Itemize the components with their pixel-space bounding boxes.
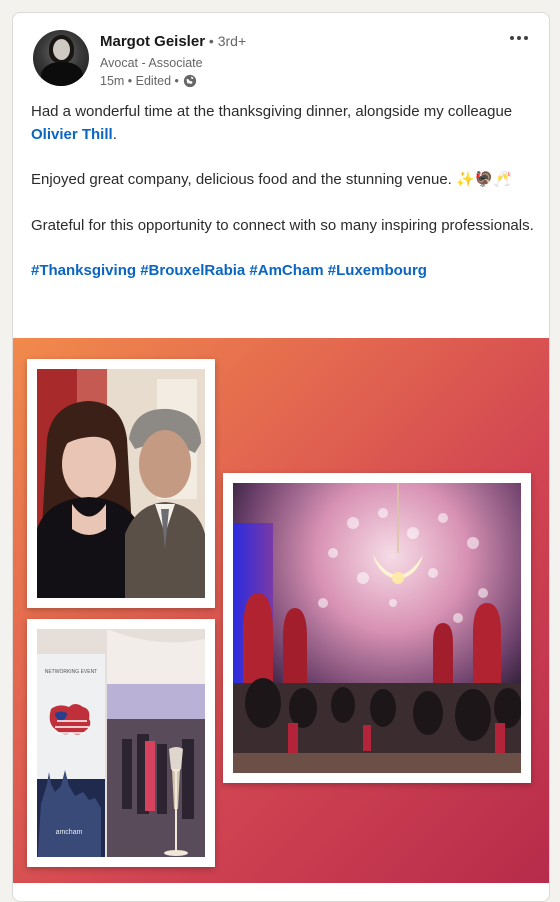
post-header: Margot Geisler • 3rd+ Avocat - Associate… bbox=[13, 13, 549, 103]
post-meta: 15m • Edited • bbox=[100, 74, 197, 88]
author-title: Avocat - Associate bbox=[100, 56, 203, 70]
hashtag-link[interactable]: #BrouxelRabia bbox=[140, 262, 245, 279]
author-name[interactable]: Margot Geisler bbox=[100, 33, 205, 50]
banner-amcham-text: amcham bbox=[56, 829, 83, 836]
amcham-illustration: NETWORKING EVENT amcham bbox=[37, 629, 205, 857]
amcham-photo: NETWORKING EVENT amcham bbox=[27, 619, 215, 867]
hashtag-link[interactable]: #Thanksgiving bbox=[31, 262, 136, 279]
post-paragraph-2: Enjoyed great company, delicious food an… bbox=[31, 171, 513, 188]
selfie-illustration bbox=[37, 369, 205, 598]
author-avatar[interactable] bbox=[33, 30, 89, 86]
ballroom-photo bbox=[223, 473, 531, 783]
ballroom-illustration bbox=[233, 483, 521, 773]
feed-post-card: Margot Geisler • 3rd+ Avocat - Associate… bbox=[12, 12, 550, 902]
globe-icon bbox=[183, 74, 197, 88]
post-image[interactable]: NETWORKING EVENT amcham bbox=[13, 338, 549, 883]
post-paragraph-3: Grateful for this opportunity to connect… bbox=[31, 216, 534, 234]
hashtag-list: #Thanksgiving #BrouxelRabia #AmCham #Lux… bbox=[31, 260, 536, 283]
hashtag-link[interactable]: #Luxembourg bbox=[328, 262, 427, 279]
post-paragraph-1: Had a wonderful time at the thanksgiving… bbox=[31, 103, 513, 143]
mention-link[interactable]: Olivier Thill bbox=[31, 126, 113, 143]
post-body: Had a wonderful time at the thanksgiving… bbox=[31, 101, 536, 283]
author-name-line: Margot Geisler • 3rd+ bbox=[100, 33, 246, 50]
selfie-photo bbox=[27, 359, 215, 608]
post-time: 15m • Edited • bbox=[100, 74, 179, 88]
more-horizontal-icon bbox=[510, 36, 514, 40]
more-options-button[interactable] bbox=[507, 29, 531, 47]
banner-header: NETWORKING EVENT bbox=[45, 669, 98, 675]
connection-degree: • 3rd+ bbox=[205, 33, 247, 49]
hashtag-link[interactable]: #AmCham bbox=[249, 262, 323, 279]
